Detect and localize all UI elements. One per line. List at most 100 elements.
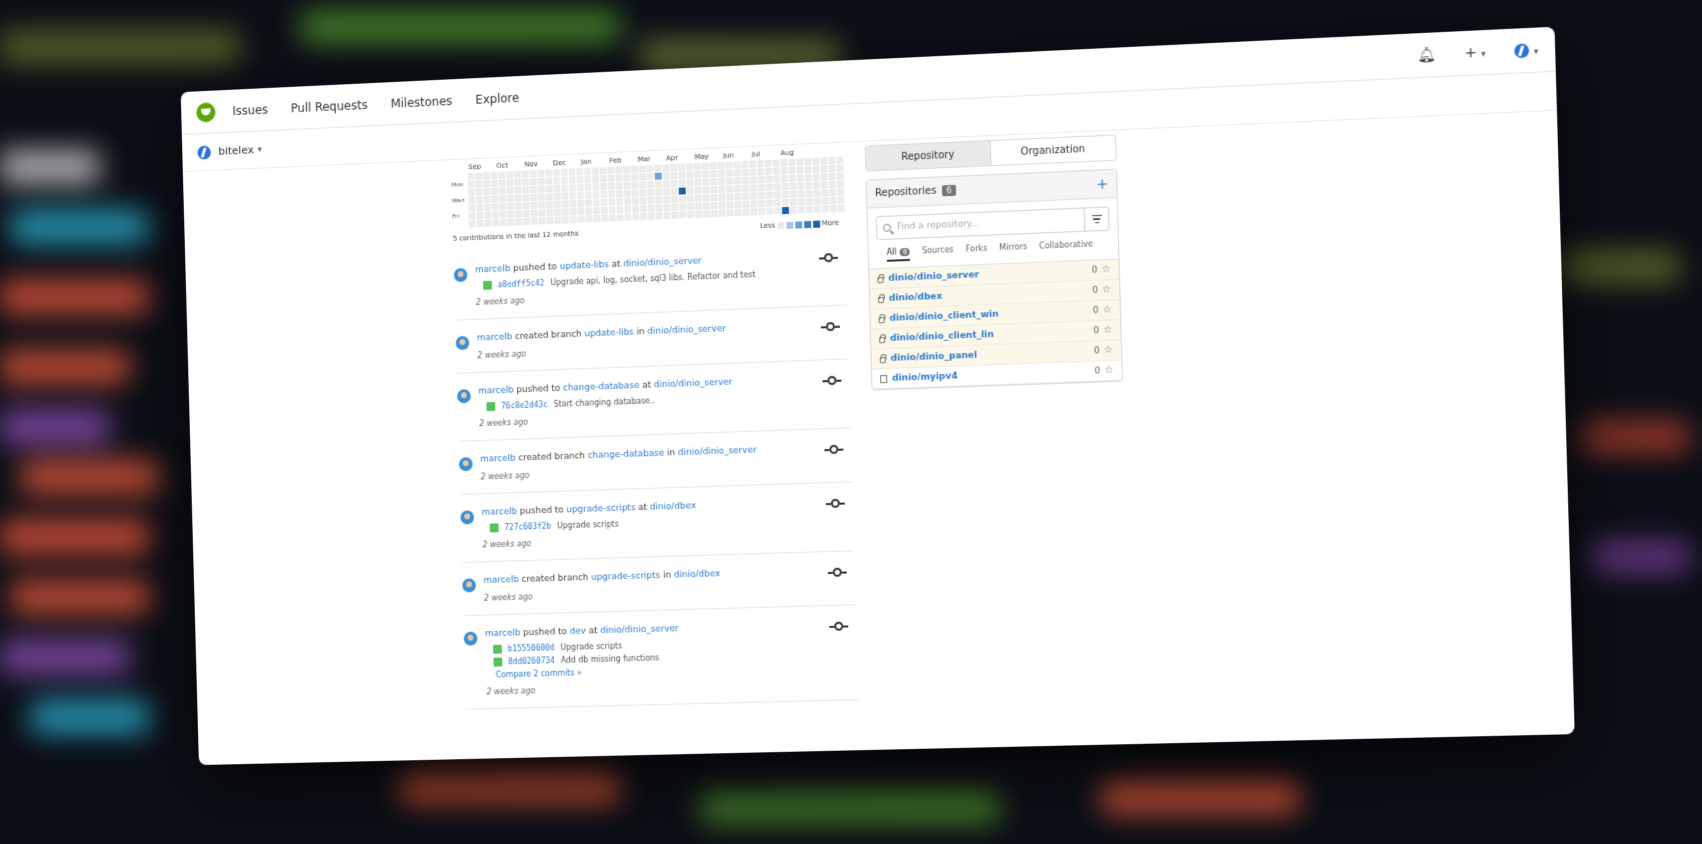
heatmap-cell (789, 190, 797, 198)
heatmap-cell (569, 207, 577, 216)
tab-repository[interactable]: Repository (865, 141, 991, 171)
filter-sources[interactable]: Sources (922, 245, 954, 260)
feed-preposition: at (642, 380, 652, 391)
user-menu-button[interactable]: ▾ (1514, 41, 1539, 58)
heatmap-cell (498, 179, 506, 187)
feed-branch-link[interactable]: update-libs (560, 260, 609, 272)
heatmap-cell (726, 201, 734, 209)
heatmap-cell (632, 205, 640, 213)
filter-all[interactable]: All 6 (886, 246, 911, 262)
feed-repo-link[interactable]: dinio/dbex (674, 569, 721, 580)
heatmap-cell (499, 210, 507, 219)
star-count: 0 (1093, 345, 1100, 356)
feed-user-link[interactable]: marcelb (482, 507, 518, 518)
heatmap-cell (812, 157, 820, 165)
user-avatar[interactable] (462, 578, 477, 593)
user-avatar[interactable] (460, 510, 475, 525)
repo-name-link[interactable]: dinio/dinio_server (888, 270, 979, 284)
nav-issues[interactable]: Issues (232, 102, 268, 117)
commit-sha[interactable]: b15550600d (508, 643, 555, 653)
repo-name-link[interactable]: dinio/dinio_panel (890, 350, 977, 363)
nav-milestones[interactable]: Milestones (390, 94, 452, 111)
heatmap-cell (685, 163, 694, 171)
heatmap-cell (530, 217, 538, 225)
user-avatar[interactable] (455, 335, 470, 351)
heatmap-cell (530, 201, 538, 209)
user-avatar[interactable] (453, 267, 468, 283)
heatmap-cell (686, 195, 694, 203)
filter-forks[interactable]: Forks (966, 244, 988, 259)
feed-branch-link[interactable]: change-database (563, 381, 640, 394)
create-menu-button[interactable]: + ▾ (1464, 44, 1486, 61)
heatmap-cell (521, 170, 529, 178)
heatmap-cell (475, 180, 483, 188)
feed-branch-link[interactable]: change-database (588, 449, 665, 461)
commit-sha[interactable]: 76c8e2d43c (501, 400, 548, 411)
heatmap-cell (568, 168, 576, 176)
feed-branch-link[interactable]: update-libs (584, 328, 634, 340)
repo-search-input[interactable]: Find a repository... (875, 207, 1086, 241)
heatmap-cell (781, 182, 789, 191)
commit-avatar-icon (486, 401, 496, 412)
legend-less: Less (759, 221, 776, 231)
search-placeholder: Find a repository... (896, 218, 980, 233)
feed-action: pushed to (523, 627, 568, 639)
filter-button[interactable] (1084, 206, 1110, 232)
filter-collaborative[interactable]: Collaborative (1039, 239, 1093, 255)
repo-name-link[interactable]: dinio/dinio_client_win (889, 309, 998, 323)
star-icon[interactable]: ☆ (1103, 304, 1112, 315)
tab-organization[interactable]: Organization (989, 135, 1116, 166)
feed-repo-link[interactable]: dinio/dinio_server (654, 378, 733, 391)
nav-explore[interactable]: Explore (475, 90, 519, 106)
feed-item: marcelb pushed to upgrade-scripts at din… (459, 482, 855, 563)
heatmap-cell (678, 179, 686, 187)
heatmap-cell (553, 184, 561, 193)
gitea-logo-icon[interactable] (196, 101, 216, 123)
user-avatar[interactable] (456, 389, 471, 404)
feed-repo-link[interactable]: dinio/dinio_server (647, 324, 726, 337)
feed-branch-link[interactable]: upgrade-scripts (566, 503, 635, 515)
feed-user-link[interactable]: marcelb (485, 628, 521, 639)
feed-repo-link[interactable]: dinio/dbex (650, 501, 697, 512)
feed-user-link[interactable]: marcelb (478, 386, 514, 397)
nav-pull-requests[interactable]: Pull Requests (291, 98, 368, 115)
user-avatar[interactable] (458, 457, 473, 472)
heatmap-cell (789, 182, 797, 190)
repo-name-link[interactable]: dinio/myipv4 (892, 371, 958, 383)
feed-branch-link[interactable]: upgrade-scripts (591, 571, 660, 583)
new-repo-button[interactable]: + (1096, 176, 1108, 193)
bell-icon[interactable]: 🔔︎ (1417, 46, 1436, 63)
heatmap-cell (616, 198, 624, 206)
commit-sha[interactable]: 727c603f2b (504, 522, 551, 532)
commit-sha[interactable]: 8dd0260734 (508, 656, 555, 666)
heatmap-cell (490, 179, 498, 187)
heatmap-cell (545, 201, 553, 209)
star-icon[interactable]: ☆ (1104, 345, 1113, 356)
heatmap-cell (615, 182, 623, 190)
feed-repo-link[interactable]: dinio/dinio_server (678, 446, 757, 459)
feed-branch-link[interactable]: dev (570, 627, 586, 637)
filter-mirrors[interactable]: Mirrors (999, 242, 1027, 257)
feed-user-link[interactable]: marcelb (475, 264, 511, 275)
star-icon[interactable]: ☆ (1102, 284, 1111, 295)
user-avatar[interactable] (463, 631, 478, 646)
star-icon[interactable]: ☆ (1104, 365, 1113, 376)
heatmap-cell (639, 181, 647, 189)
feed-repo-link[interactable]: dinio/dinio_server (623, 256, 702, 269)
repo-name-link[interactable]: dinio/dinio_client_lin (890, 329, 994, 343)
heatmap-cell (710, 194, 718, 202)
feed-action: pushed to (516, 383, 561, 396)
repo-name-link[interactable]: dinio/dbex (889, 291, 943, 303)
heatmap-cell (514, 178, 522, 186)
heatmap-cell (702, 202, 710, 210)
star-icon[interactable]: ☆ (1103, 324, 1112, 335)
feed-user-link[interactable]: marcelb (477, 332, 513, 343)
heatmap-cell (546, 216, 554, 225)
star-icon[interactable]: ☆ (1101, 264, 1110, 275)
feed-user-link[interactable]: marcelb (483, 575, 519, 586)
commit-sha[interactable]: a8edff5c42 (498, 279, 545, 290)
heatmap-cell (662, 164, 670, 172)
feed-user-link[interactable]: marcelb (480, 454, 516, 465)
feed-repo-link[interactable]: dinio/dinio_server (600, 624, 679, 636)
heatmap-cell (828, 156, 836, 165)
